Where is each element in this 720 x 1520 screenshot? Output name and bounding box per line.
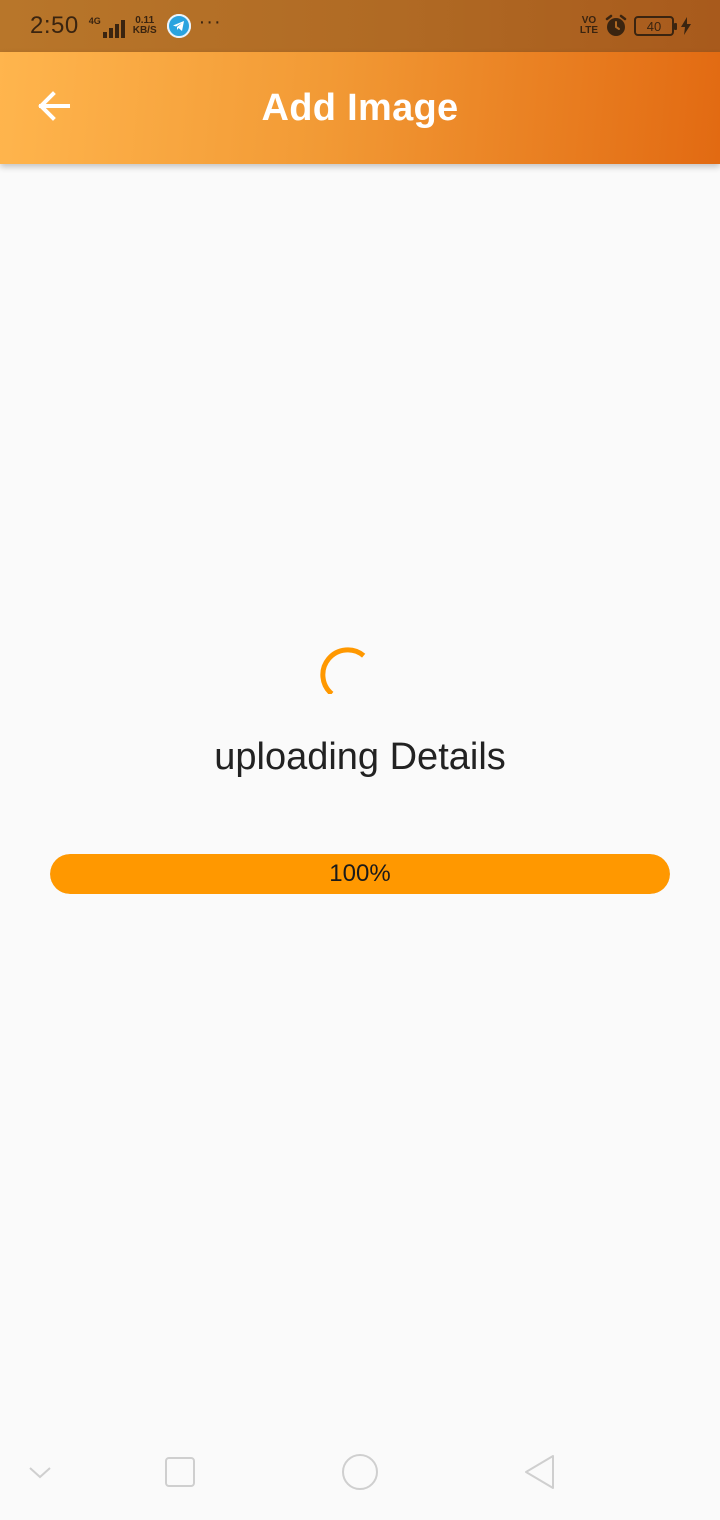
signal-indicator: 4G [89, 14, 125, 38]
navigation-bar [0, 1424, 720, 1520]
network-type: 4G [88, 16, 101, 26]
network-speed: 0.11 KB/S [133, 16, 157, 36]
battery-level: 40 [646, 18, 662, 34]
arrow-left-icon [36, 88, 72, 129]
status-left: 2:50 4G 0.11 KB/S ··· [30, 0, 222, 52]
back-triangle-icon[interactable] [516, 1448, 564, 1496]
status-right: VO LTE 40 [580, 0, 692, 52]
upload-progress-bar: 100% [50, 854, 670, 894]
speed-unit: KB/S [132, 25, 157, 36]
upload-status-text: uploading Details [214, 736, 506, 778]
chevron-down-icon[interactable] [16, 1448, 64, 1496]
battery-icon: 40 [634, 16, 677, 36]
volte-indicator: VO LTE [580, 16, 598, 36]
telegram-icon [166, 14, 191, 38]
volte-bottom: LTE [579, 25, 598, 36]
signal-bars-icon [102, 20, 125, 38]
status-bar: 2:50 4G 0.11 KB/S ··· VO LTE 40 [0, 0, 720, 52]
status-time: 2:50 [30, 12, 79, 39]
screen: 2:50 4G 0.11 KB/S ··· VO LTE 40 Add Imag… [0, 0, 720, 1520]
app-bar: Add Image [0, 52, 720, 164]
page-title: Add Image [261, 86, 459, 129]
recent-apps-icon[interactable] [156, 1448, 204, 1496]
home-icon[interactable] [336, 1448, 384, 1496]
back-button[interactable] [30, 84, 78, 132]
more-notifications-icon: ··· [198, 10, 222, 33]
progress-label: 100% [329, 860, 391, 887]
alarm-icon [604, 14, 628, 38]
charging-bolt-icon [680, 17, 692, 35]
loading-spinner-icon [316, 638, 372, 696]
